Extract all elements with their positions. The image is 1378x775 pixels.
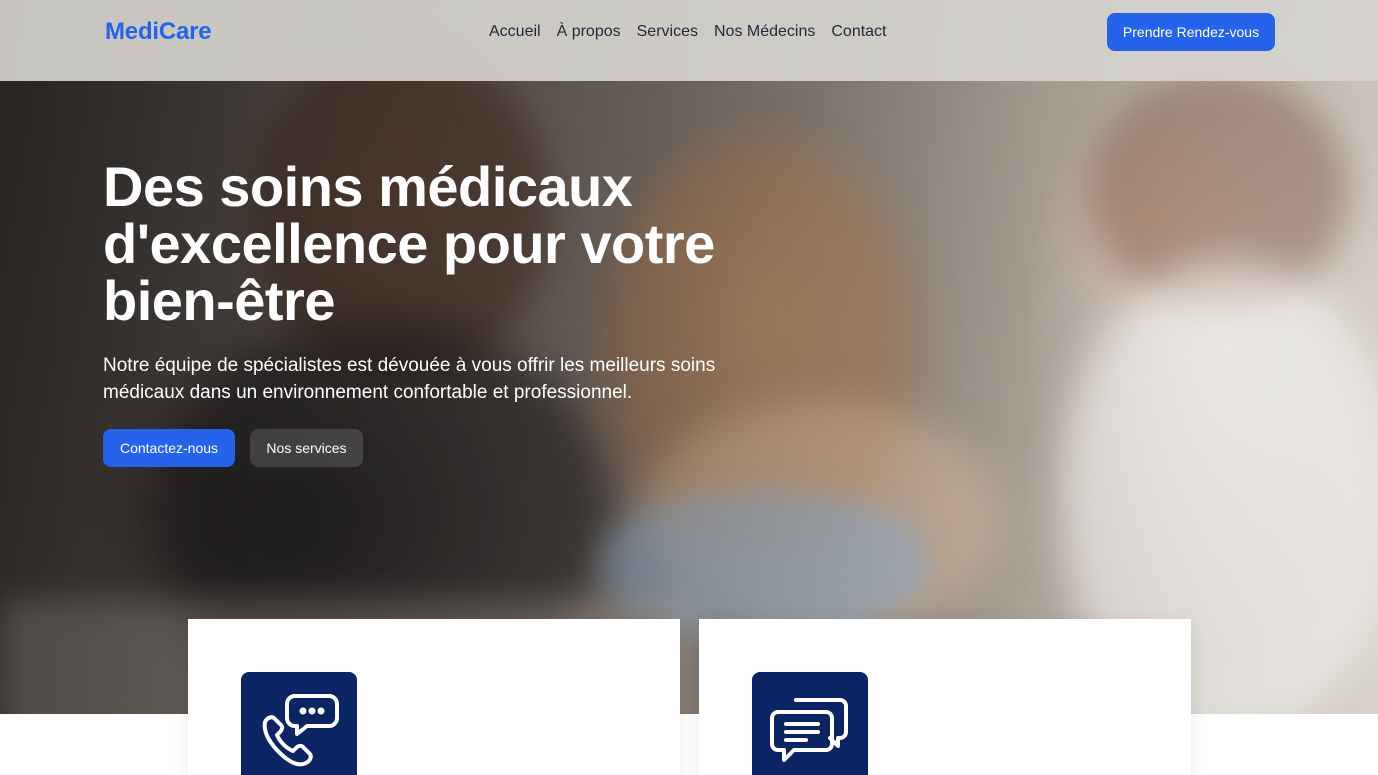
main-nav: Accueil À propos Services Nos Médecins C… <box>489 23 887 41</box>
site-header: MediCare Accueil À propos Services Nos M… <box>0 0 1378 81</box>
chat-bubbles-icon <box>752 672 868 775</box>
nav-link-services[interactable]: Services <box>637 23 698 41</box>
hero-subtitle: Notre équipe de spécialistes est dévouée… <box>103 355 716 403</box>
contact-button[interactable]: Contactez-nous <box>103 429 235 467</box>
services-button[interactable]: Nos services <box>250 429 363 467</box>
nav-link-accueil[interactable]: Accueil <box>489 23 541 41</box>
nav-link-medecins[interactable]: Nos Médecins <box>714 23 815 41</box>
hero-title: Des soins médicaux d'excellence pour vot… <box>103 155 715 332</box>
book-appointment-button[interactable]: Prendre Rendez-vous <box>1107 13 1275 51</box>
nav-link-a-propos[interactable]: À propos <box>557 23 621 41</box>
site-logo[interactable]: MediCare <box>105 18 212 46</box>
nav-link-contact[interactable]: Contact <box>831 23 886 41</box>
feature-card-chat <box>699 619 1191 775</box>
phone-chat-icon <box>241 672 357 775</box>
feature-card-phone <box>188 619 680 775</box>
